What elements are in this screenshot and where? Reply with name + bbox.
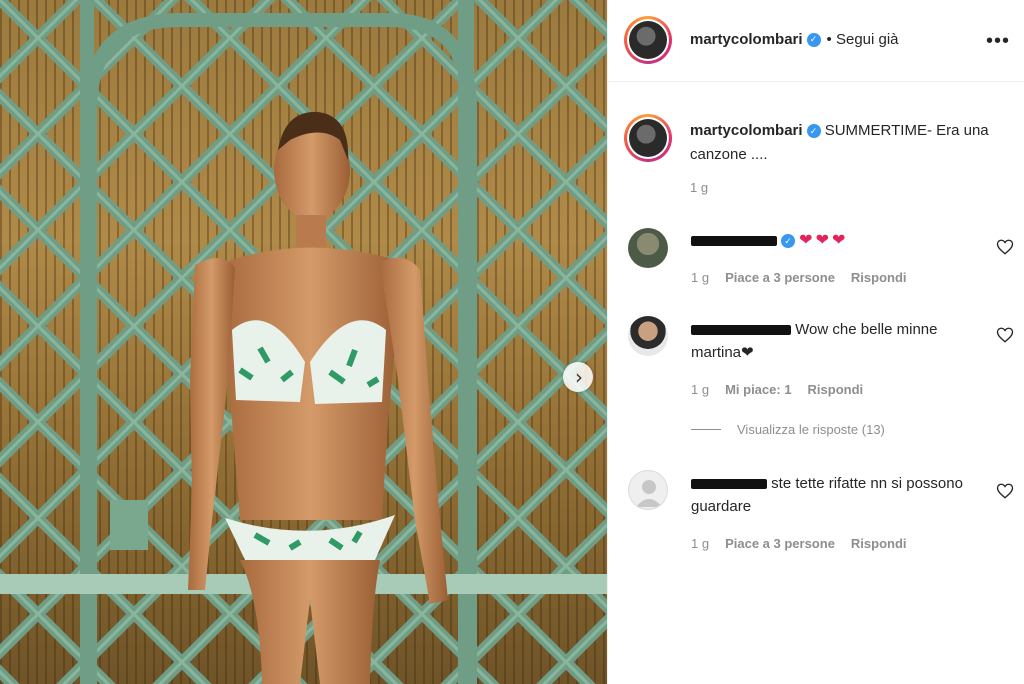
verified-badge-icon: ✓ [781, 234, 795, 249]
follow-status[interactable]: • Segui già [827, 31, 899, 48]
redacted-username [691, 479, 767, 490]
next-image-button[interactable]: › [563, 362, 593, 392]
avatar-image [629, 21, 667, 59]
comment-timestamp: 1 g [691, 382, 710, 397]
comment-meta: 1 g Mi piace: 1 Rispondi [691, 382, 863, 397]
redacted-username [691, 325, 791, 336]
caption-text-block: martycolombari ✓ SUMMERTIME- Era una canz… [690, 119, 1010, 167]
post-photo: › [0, 0, 607, 684]
comment-meta: 1 g Piace a 3 persone Rispondi [691, 270, 907, 285]
chevron-right-icon: › [575, 365, 583, 389]
like-heart-icon[interactable] [996, 482, 1014, 500]
view-replies-label: Visualizza le risposte (13) [737, 422, 885, 437]
redacted-username [691, 236, 777, 247]
author-name-row: martycolombari ✓ • Segui già [690, 31, 899, 48]
reply-button[interactable]: Rispondi [851, 536, 907, 551]
comment-text: ❤❤❤ [799, 230, 849, 249]
default-avatar-icon[interactable] [628, 470, 668, 510]
like-heart-icon[interactable] [996, 238, 1014, 256]
comment-meta: 1 g Piace a 3 persone Rispondi [691, 536, 907, 551]
post-header: martycolombari ✓ • Segui già ••• [608, 0, 1024, 82]
author-username[interactable]: martycolombari [690, 31, 803, 48]
author-avatar[interactable] [624, 16, 672, 64]
comment-likes[interactable]: Piace a 3 persone [725, 270, 835, 285]
view-replies-button[interactable]: Visualizza le risposte (13) [691, 422, 885, 437]
reply-button[interactable]: Rispondi [808, 382, 864, 397]
caption-username[interactable]: martycolombari [690, 122, 803, 139]
comment-likes[interactable]: Mi piace: 1 [725, 382, 791, 397]
lattice-background [0, 0, 607, 684]
avatar-image [629, 119, 667, 157]
replies-divider [691, 429, 721, 430]
caption-timestamp: 1 g [690, 180, 709, 195]
like-heart-icon[interactable] [996, 326, 1014, 344]
caption-avatar[interactable] [624, 114, 672, 162]
comment-likes[interactable]: Piace a 3 persone [725, 536, 835, 551]
post-sidebar: martycolombari ✓ • Segui già ••• martyco… [607, 0, 1024, 684]
verified-badge-icon: ✓ [806, 124, 821, 139]
comment-body: ✓ ❤❤❤ [691, 228, 976, 252]
verified-badge-icon: ✓ [806, 32, 821, 47]
comment-body: ste tette rifatte nn si possono guardare [691, 472, 976, 518]
reply-button[interactable]: Rispondi [851, 270, 907, 285]
comment-timestamp: 1 g [691, 536, 710, 551]
commenter-avatar[interactable] [628, 316, 668, 356]
comment-timestamp: 1 g [691, 270, 710, 285]
commenter-avatar[interactable] [628, 228, 668, 268]
more-options-icon[interactable]: ••• [986, 30, 1010, 53]
comment-body: Wow che belle minne martina❤ [691, 318, 976, 364]
